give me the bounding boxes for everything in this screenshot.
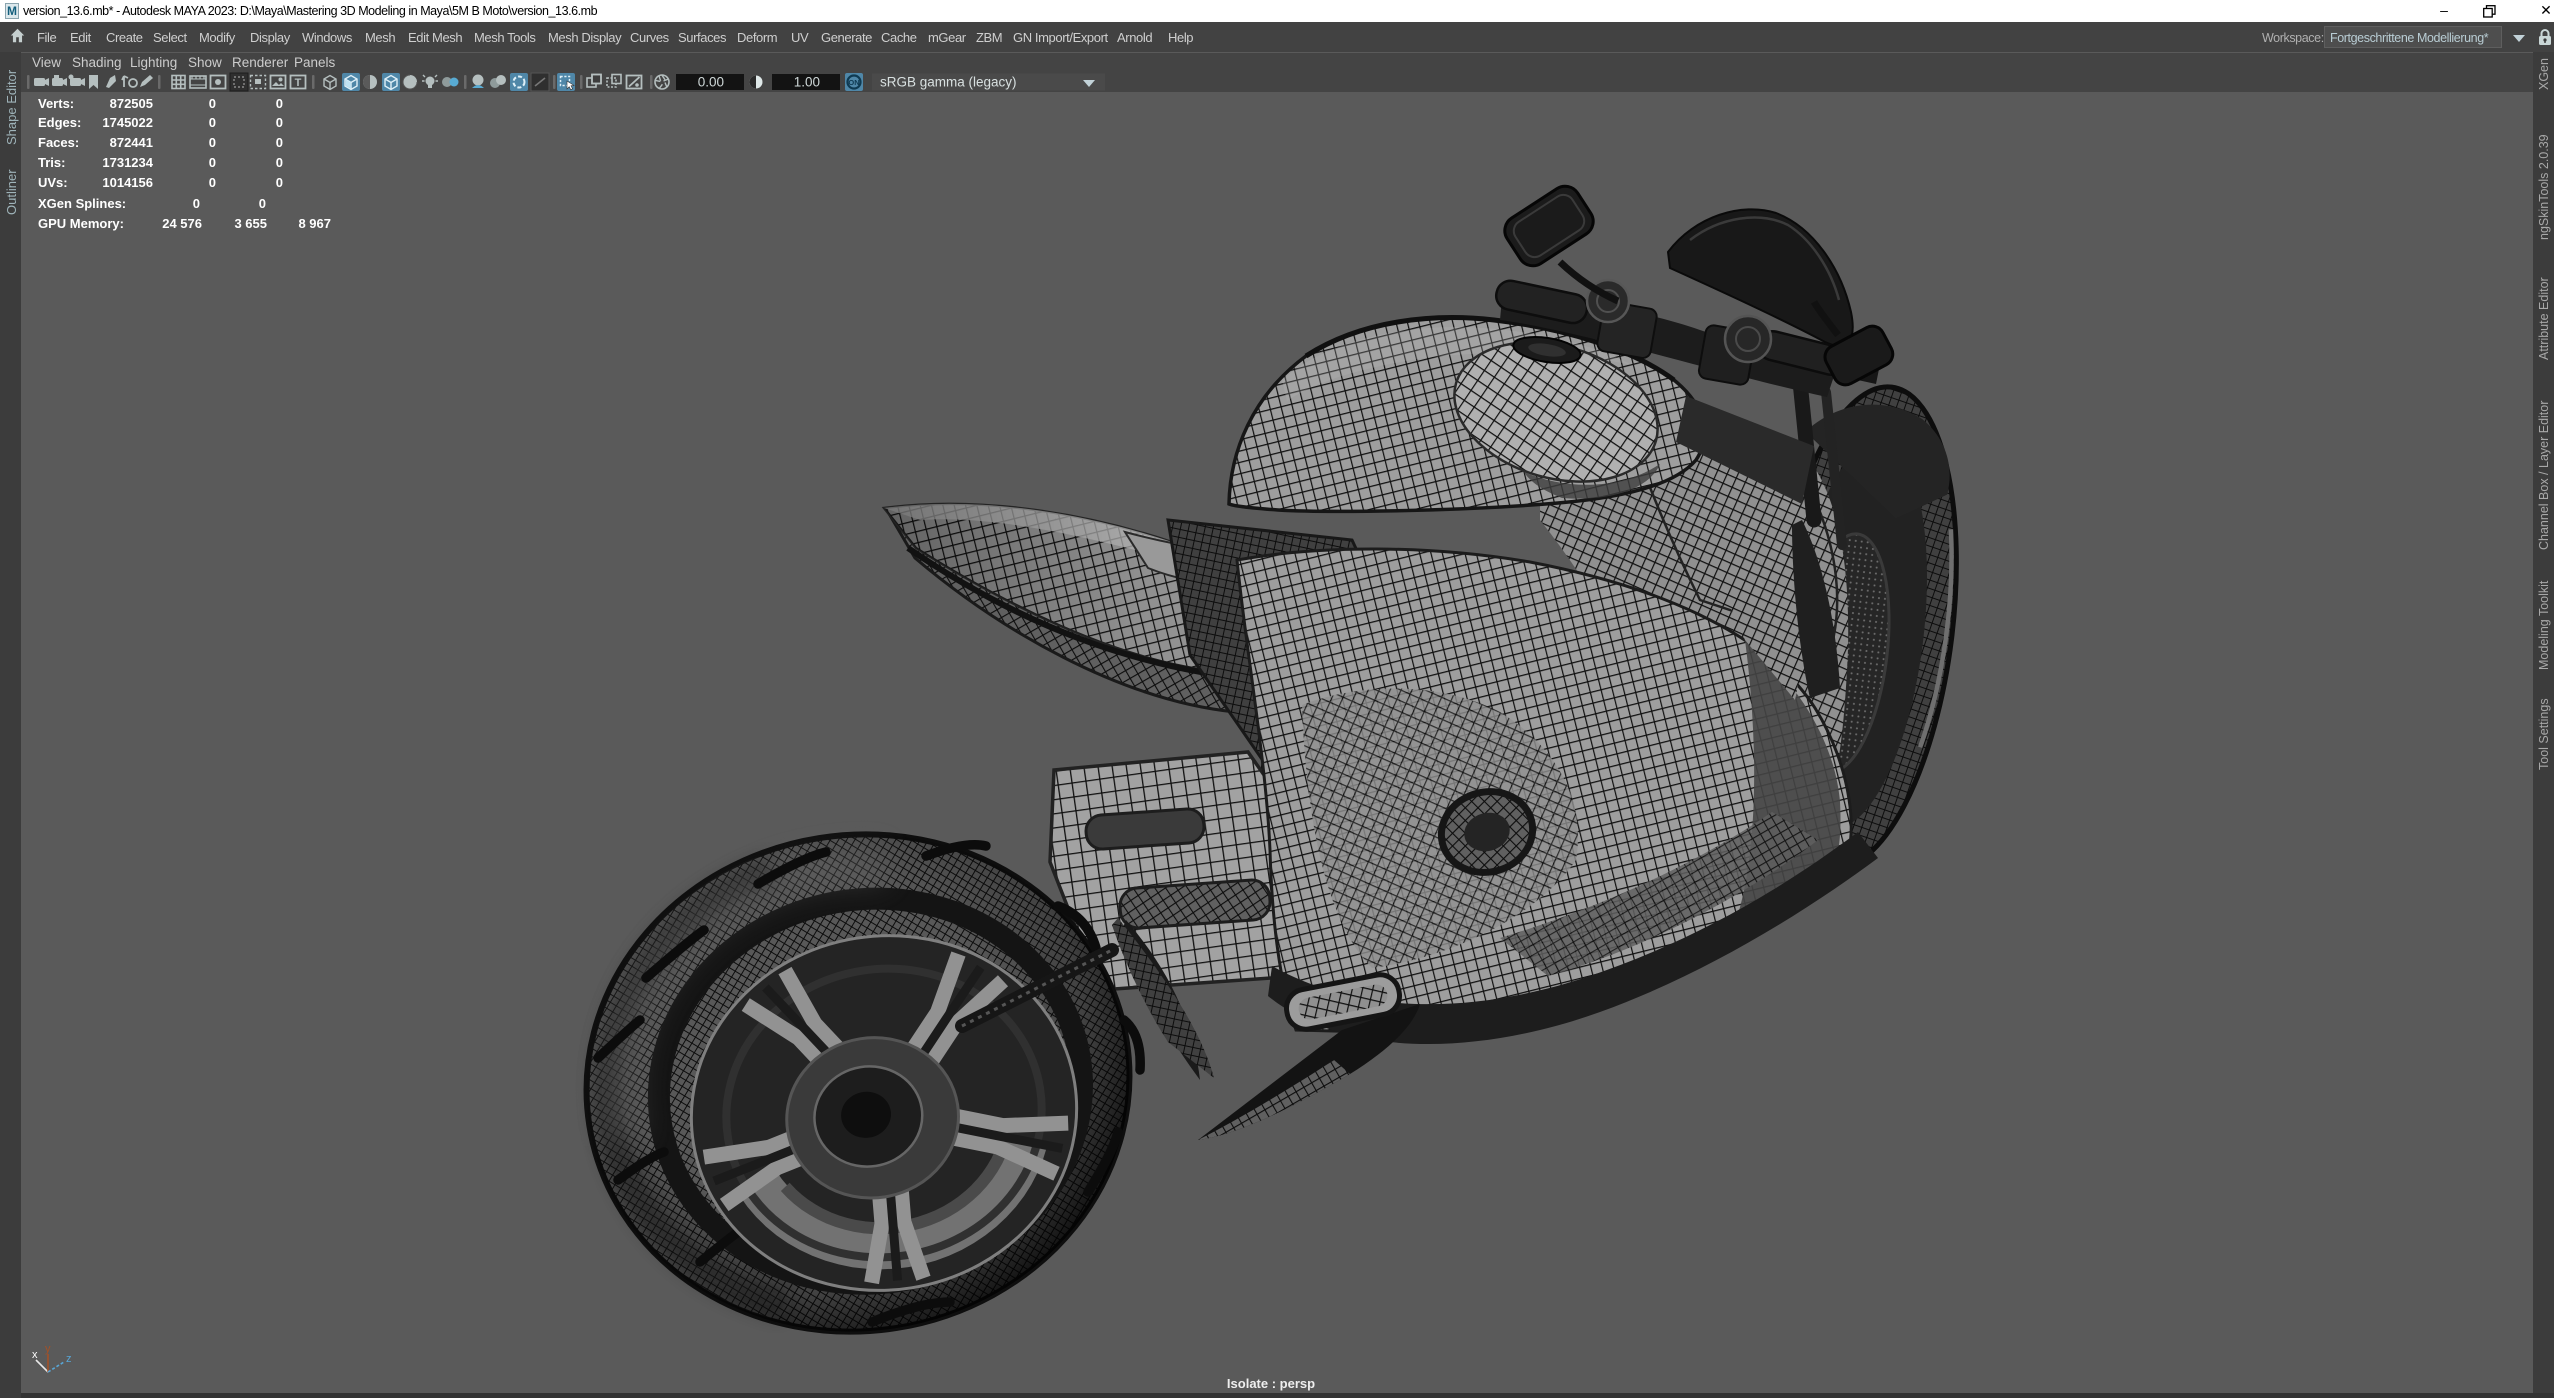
svg-text:z: z: [66, 1353, 72, 1365]
svg-text:x: x: [32, 1349, 38, 1361]
svg-text:sRGB gamma (legacy): sRGB gamma (legacy): [880, 75, 1017, 90]
svg-text:y: y: [45, 1343, 51, 1355]
svg-text:1.00: 1.00: [794, 75, 820, 90]
svg-text:ON: ON: [848, 78, 859, 87]
svg-text:0.00: 0.00: [698, 75, 724, 90]
svg-text:T: T: [295, 77, 302, 89]
